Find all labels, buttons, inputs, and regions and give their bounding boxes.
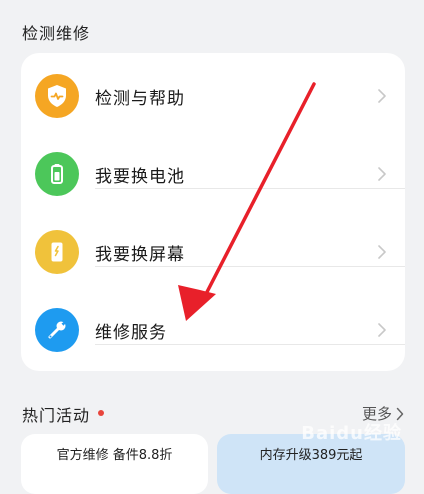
promo-label: 官方维修 备件8.8折: [56, 448, 173, 463]
chevron-right-icon: [378, 167, 386, 181]
help-heart-icon: [35, 74, 79, 118]
screen-icon: [35, 230, 79, 274]
chevron-right-icon: [378, 245, 386, 259]
item-label: 我要换电池: [95, 166, 185, 187]
item-battery[interactable]: 我要换电池: [21, 135, 405, 213]
wrench-icon: [35, 308, 79, 352]
divider: [95, 266, 405, 267]
battery-icon: [35, 152, 79, 196]
section-title: 检测维修: [22, 24, 91, 43]
watermark: Baidu经验: [301, 423, 402, 444]
promo-label: 内存升级389元起: [259, 448, 363, 463]
item-check-help[interactable]: 检测与帮助: [21, 57, 405, 135]
repair-card: 检测与帮助 我要换电池 我要换屏幕 维修服务: [21, 53, 405, 371]
item-repair-service[interactable]: 维修服务: [21, 291, 405, 369]
item-label: 我要换屏幕: [95, 244, 185, 265]
notification-dot: [98, 410, 104, 416]
item-screen[interactable]: 我要换屏幕: [21, 213, 405, 291]
item-label: 维修服务: [95, 322, 167, 343]
item-label: 检测与帮助: [95, 88, 185, 109]
divider: [95, 188, 405, 189]
chevron-right-icon: [378, 89, 386, 103]
divider: [95, 344, 405, 345]
promo-card-official-repair[interactable]: 官方维修 备件8.8折: [21, 434, 208, 494]
chevron-right-icon: [378, 323, 386, 337]
hot-activities-title: 热门活动: [22, 406, 91, 425]
